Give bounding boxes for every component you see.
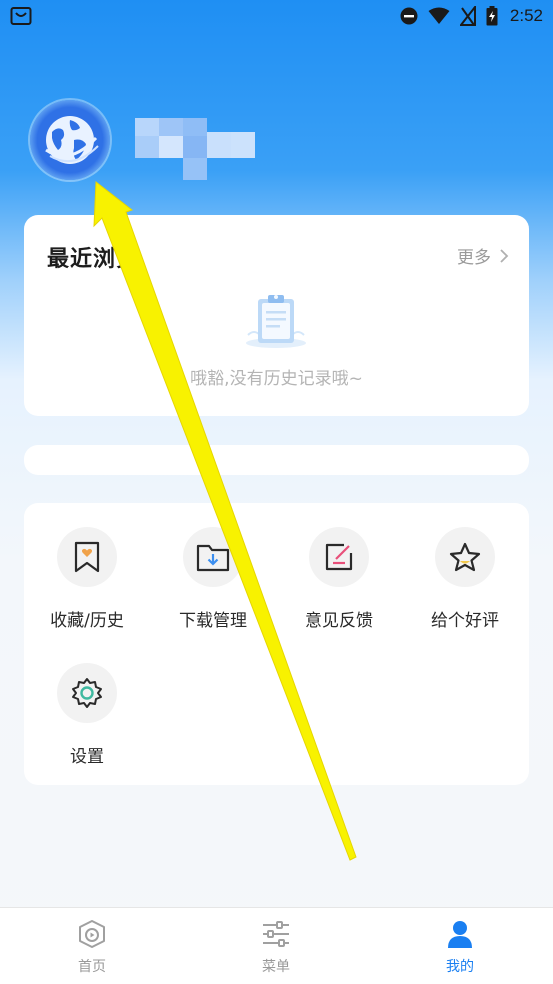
bookmark-heart-icon bbox=[74, 541, 100, 573]
battery-charging-icon bbox=[486, 6, 498, 26]
tab-label: 我的 bbox=[446, 959, 474, 975]
sliders-icon bbox=[263, 921, 289, 947]
tool-icon-circle bbox=[183, 527, 243, 587]
empty-history-text: 哦豁,没有历史记录哦~ bbox=[190, 369, 363, 389]
tool-settings[interactable]: 设置 bbox=[24, 663, 150, 767]
tool-icon-circle bbox=[435, 527, 495, 587]
dnd-icon bbox=[400, 7, 418, 25]
folder-download-icon bbox=[196, 544, 230, 572]
recent-title: 最近浏览 bbox=[47, 247, 140, 272]
tool-icon-circle bbox=[57, 527, 117, 587]
tab-label: 首页 bbox=[78, 959, 106, 975]
tool-feedback[interactable]: 意见反馈 bbox=[276, 527, 402, 631]
tool-rate-us[interactable]: 给个好评 bbox=[402, 527, 528, 631]
tab-label: 菜单 bbox=[262, 959, 290, 975]
tool-label: 给个好评 bbox=[431, 611, 499, 631]
tab-mine[interactable]: 我的 bbox=[368, 908, 552, 984]
tool-label: 设置 bbox=[70, 747, 104, 767]
chevron-right-icon bbox=[500, 248, 509, 263]
tool-label: 下载管理 bbox=[179, 611, 247, 631]
tab-menu[interactable]: 菜单 bbox=[184, 908, 368, 984]
bag-icon bbox=[10, 7, 32, 25]
wifi-icon bbox=[428, 7, 450, 24]
profile-header bbox=[30, 100, 110, 180]
tools-card: 收藏/历史 下载管理 意见反馈 给个好评 设置 bbox=[24, 503, 529, 785]
edit-feedback-icon bbox=[325, 543, 353, 571]
tool-label: 意见反馈 bbox=[305, 611, 373, 631]
star-icon bbox=[449, 542, 481, 572]
gear-icon bbox=[72, 678, 102, 708]
recent-browsing-card: 最近浏览 更多 哦豁,没有历史记录哦~ bbox=[24, 215, 529, 416]
tool-icon-circle bbox=[309, 527, 369, 587]
home-play-icon bbox=[79, 920, 105, 948]
thin-card bbox=[24, 445, 529, 475]
tool-favorites-history[interactable]: 收藏/历史 bbox=[24, 527, 150, 631]
tab-home[interactable]: 首页 bbox=[0, 908, 184, 984]
globe-icon bbox=[45, 116, 99, 164]
user-icon bbox=[448, 921, 472, 948]
clipboard-icon bbox=[246, 295, 306, 348]
avatar[interactable] bbox=[30, 100, 110, 180]
more-link[interactable]: 更多 bbox=[457, 243, 509, 268]
tool-label: 收藏/历史 bbox=[50, 611, 124, 631]
status-time: 2:52 bbox=[509, 6, 543, 25]
more-label: 更多 bbox=[457, 248, 491, 268]
status-bar: 2:52 bbox=[0, 0, 553, 32]
tool-icon-circle bbox=[57, 663, 117, 723]
nickname-blurred bbox=[135, 118, 255, 180]
bottom-tab-bar: 首页 菜单 我的 bbox=[0, 907, 553, 984]
no-signal-icon bbox=[459, 6, 476, 26]
tool-download-manager[interactable]: 下载管理 bbox=[150, 527, 276, 631]
